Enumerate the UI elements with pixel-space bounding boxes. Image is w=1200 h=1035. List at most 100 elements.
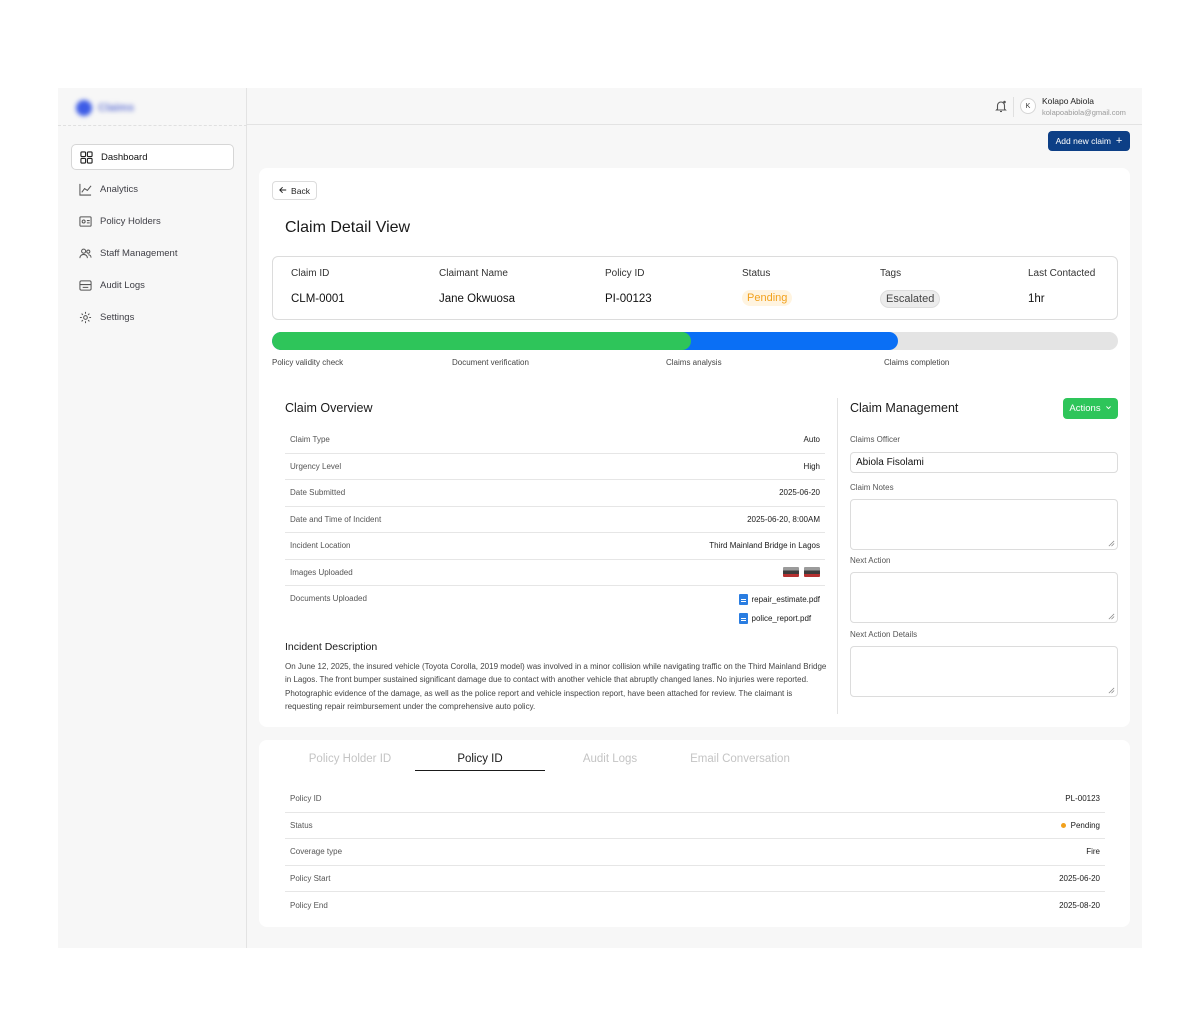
summary-last-contacted: Last Contacted 1hr: [1028, 268, 1095, 305]
sidebar-item-label: Staff Management: [100, 247, 178, 259]
actions-dropdown-button[interactable]: Actions: [1063, 398, 1118, 419]
sidebar-item-label: Policy Holders: [100, 215, 161, 227]
tab-policy-id[interactable]: Policy ID: [415, 753, 545, 771]
policy-id-value: PI-00123: [605, 293, 652, 305]
policy-details-table: Policy ID PL-00123 Status Pending Covera…: [285, 786, 1105, 919]
table-row: Status Pending: [285, 813, 1105, 839]
step-label-policy-validity: Policy validity check: [272, 358, 344, 367]
chevron-down-icon: [1105, 403, 1112, 414]
row-label: Date and Time of Incident: [290, 514, 382, 524]
sidebar-item-settings[interactable]: Settings: [71, 304, 234, 330]
table-row: Claim Type Auto: [285, 427, 825, 454]
logo-mark-icon: [76, 100, 92, 116]
plus-icon: +: [1115, 135, 1123, 147]
top-header: K Kolapo Abiola kolapoabiola@gmail.com: [247, 88, 1142, 125]
row-value: Fire: [1086, 847, 1100, 857]
row-label: Policy Start: [290, 873, 331, 883]
app-window: Claims Dashboard Analytics Policy Holder…: [58, 88, 1142, 948]
claim-notes-label: Claim Notes: [850, 483, 894, 492]
claim-id-value: CLM-0001: [291, 293, 345, 305]
step-label-document-verification: Document verification: [452, 358, 529, 367]
document-name: police_report.pdf: [751, 614, 812, 623]
sidebar: Claims Dashboard Analytics Policy Holder…: [58, 88, 247, 948]
resize-handle-icon[interactable]: [1108, 687, 1115, 694]
incident-description-text: On June 12, 2025, the insured vehicle (T…: [285, 662, 827, 711]
row-value: 2025-06-20, 8:00AM: [747, 514, 820, 524]
row-label: Coverage type: [290, 847, 343, 857]
add-new-claim-button[interactable]: Add new claim +: [1048, 131, 1130, 151]
step-label-claims-analysis: Claims analysis: [666, 358, 722, 367]
summary-status: Status Pending: [742, 268, 793, 306]
section-divider: [837, 398, 838, 714]
row-label: Incident Location: [290, 541, 351, 551]
tab-email-conversation[interactable]: Email Conversation: [675, 753, 805, 771]
row-value: 2025-06-20: [1059, 873, 1100, 883]
sidebar-item-label: Dashboard: [101, 151, 148, 163]
row-label: Urgency Level: [290, 461, 342, 471]
summary-claimant: Claimant Name Jane Okwuosa: [439, 268, 515, 305]
users-icon: [79, 247, 92, 260]
grid-icon: [80, 150, 93, 164]
table-row: Date and Time of Incident 2025-06-20, 8:…: [285, 507, 825, 533]
status-indicator: Pending: [1060, 821, 1100, 830]
resize-handle-icon[interactable]: [1108, 613, 1115, 620]
last-contacted-value: 1hr: [1028, 293, 1045, 305]
next-action-textarea[interactable]: [850, 572, 1118, 623]
row-label: Policy ID: [290, 794, 322, 804]
status-badge: Pending: [742, 290, 793, 306]
resize-handle-icon[interactable]: [1108, 540, 1115, 547]
claim-progress-bar: [272, 332, 1118, 350]
back-button[interactable]: Back: [272, 181, 317, 200]
row-value: 2025-06-20: [779, 488, 820, 498]
document-link[interactable]: police_report.pdf: [738, 613, 812, 624]
status-label: Status: [742, 268, 771, 279]
claims-officer-field[interactable]: Abiola Fisolami: [850, 452, 1118, 473]
app-logo[interactable]: Claims: [76, 98, 146, 118]
status-dot-icon: [1060, 823, 1066, 829]
avatar[interactable]: K: [1020, 98, 1036, 114]
incident-description-title: Incident Description: [285, 641, 378, 653]
row-label: Policy End: [290, 900, 328, 910]
notification-bell-icon[interactable]: [994, 99, 1008, 113]
sidebar-item-staff-management[interactable]: Staff Management: [71, 240, 234, 266]
sidebar-item-label: Settings: [100, 311, 135, 323]
progress-complete-segment: [272, 332, 691, 350]
image-thumbnail[interactable]: [804, 567, 820, 578]
tab-audit-logs[interactable]: Audit Logs: [545, 753, 675, 771]
sidebar-item-label: Audit Logs: [100, 279, 145, 291]
uploaded-documents: repair_estimate.pdf police_report.pdf: [738, 594, 820, 624]
policy-tabs-card: Policy Holder ID Policy ID Audit Logs Em…: [259, 740, 1130, 927]
claim-detail-card: Back Claim Detail View Claim ID CLM-0001…: [259, 168, 1130, 727]
summary-policy-id: Policy ID PI-00123: [605, 268, 652, 305]
row-value: Third Mainland Bridge in Lagos: [709, 541, 820, 551]
document-icon: [738, 594, 748, 605]
claims-officer-label: Claims Officer: [850, 435, 901, 444]
claim-summary: Claim ID CLM-0001 Claimant Name Jane Okw…: [272, 256, 1118, 320]
sidebar-item-dashboard[interactable]: Dashboard: [71, 144, 234, 170]
row-value: 2025-08-20: [1059, 900, 1100, 910]
claim-management-title: Claim Management: [850, 401, 959, 415]
back-label: Back: [291, 185, 310, 196]
chart-line-icon: [79, 183, 92, 196]
user-name: Kolapo Abiola: [1042, 96, 1094, 106]
uploaded-images: [783, 567, 820, 578]
next-action-label: Next Action: [850, 556, 891, 565]
summary-tags: Tags Escalated: [880, 268, 941, 308]
document-link[interactable]: repair_estimate.pdf: [738, 594, 820, 605]
claimant-value: Jane Okwuosa: [439, 293, 516, 305]
sidebar-item-audit-logs[interactable]: Audit Logs: [71, 272, 234, 298]
claim-overview-title: Claim Overview: [285, 401, 373, 415]
id-card-icon: [79, 215, 92, 228]
table-row: Policy End 2025-08-20: [285, 892, 1105, 919]
row-label: Status: [290, 820, 313, 830]
sidebar-item-policy-holders[interactable]: Policy Holders: [71, 208, 234, 234]
row-label: Date Submitted: [290, 488, 346, 498]
log-icon: [79, 279, 92, 292]
image-thumbnail[interactable]: [783, 567, 799, 578]
claim-notes-textarea[interactable]: [850, 499, 1118, 550]
tab-policy-holder-id[interactable]: Policy Holder ID: [285, 753, 415, 771]
next-action-details-textarea[interactable]: [850, 646, 1118, 697]
last-contacted-label: Last Contacted: [1028, 268, 1096, 279]
sidebar-item-analytics[interactable]: Analytics: [71, 176, 234, 202]
policy-id-label: Policy ID: [605, 268, 645, 279]
